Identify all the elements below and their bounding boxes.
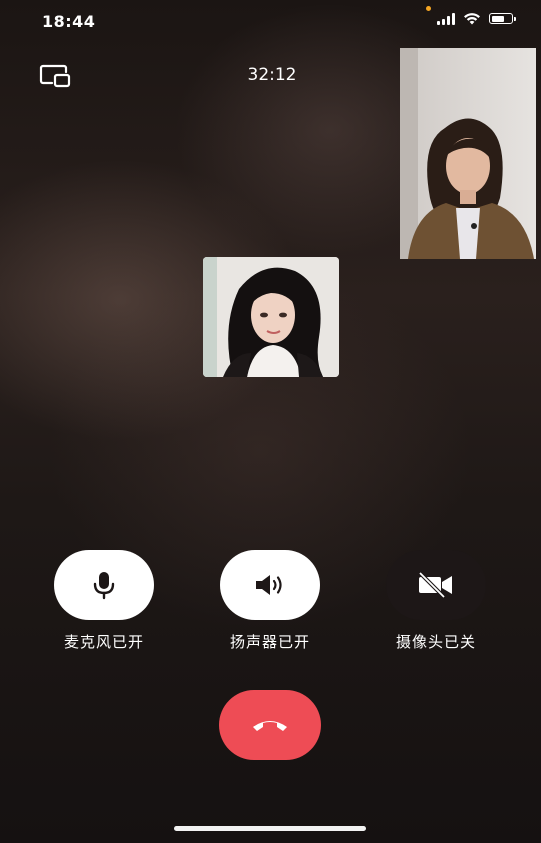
remote-video-feed bbox=[400, 48, 536, 259]
microphone-icon bbox=[93, 572, 115, 600]
call-duration: 32:12 bbox=[247, 65, 297, 85]
battery-icon bbox=[489, 13, 516, 24]
speaker-icon bbox=[256, 575, 282, 595]
speaker-control: 扬声器已开 bbox=[210, 550, 330, 652]
switch-window-button[interactable] bbox=[38, 62, 74, 92]
speaker-label: 扬声器已开 bbox=[229, 633, 310, 651]
switch-window-icon bbox=[39, 64, 71, 88]
camera-button[interactable] bbox=[386, 550, 486, 620]
status-time: 18:44 bbox=[42, 12, 96, 31]
camera-off-icon bbox=[418, 571, 452, 599]
hang-up-icon bbox=[253, 721, 287, 731]
video-call-screen: 18:44 32:12 麦克风已开 扬声器已开 摄像头已关 bbox=[0, 0, 541, 843]
status-icons bbox=[437, 12, 516, 25]
battery-level-fill bbox=[491, 15, 505, 22]
camera-label: 摄像头已关 bbox=[395, 633, 476, 651]
microphone-label: 麦克风已开 bbox=[63, 633, 144, 651]
caller-avatar-image bbox=[203, 257, 339, 377]
home-indicator[interactable] bbox=[174, 826, 366, 831]
remote-video-window[interactable] bbox=[400, 48, 536, 259]
hang-up-button[interactable] bbox=[219, 690, 321, 760]
camera-control: 摄像头已关 bbox=[376, 550, 496, 652]
privacy-indicator-dot bbox=[426, 6, 431, 11]
caller-avatar bbox=[203, 257, 339, 377]
microphone-button[interactable] bbox=[54, 550, 154, 620]
cellular-signal-icon bbox=[437, 12, 455, 25]
wifi-icon bbox=[464, 13, 480, 25]
speaker-button[interactable] bbox=[220, 550, 320, 620]
microphone-control: 麦克风已开 bbox=[44, 550, 164, 652]
